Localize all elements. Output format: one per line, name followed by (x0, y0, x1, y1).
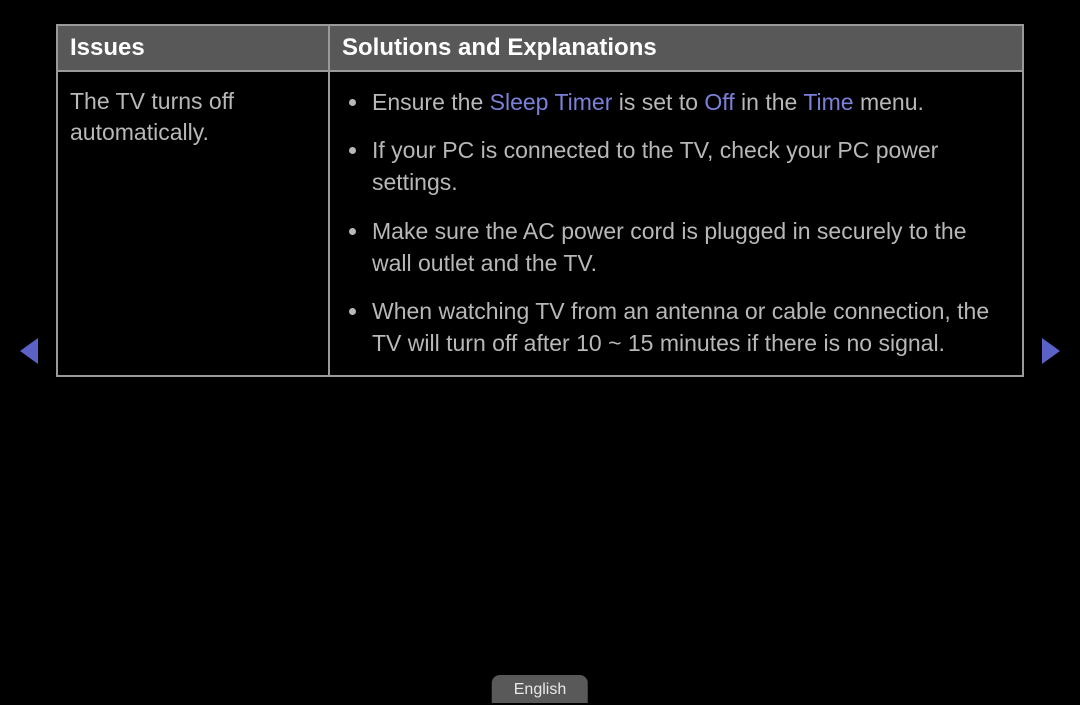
list-item: If your PC is connected to the TV, check… (370, 134, 1004, 198)
table-header-row: Issues Solutions and Explanations (58, 26, 1022, 72)
list-item: When watching TV from an antenna or cabl… (370, 295, 1004, 359)
table-row: The TV turns off automatically. Ensure t… (58, 72, 1022, 375)
issue-text-line1: The TV turns off (70, 88, 234, 114)
header-issues: Issues (58, 26, 330, 70)
header-solutions: Solutions and Explanations (330, 26, 1022, 70)
issue-cell: The TV turns off automatically. (58, 72, 330, 375)
troubleshooting-table: Issues Solutions and Explanations The TV… (56, 24, 1024, 377)
highlight-off: Off (704, 89, 734, 115)
list-item: Ensure the Sleep Timer is set to Off in … (370, 86, 1004, 118)
language-badge[interactable]: English (492, 675, 588, 703)
issue-text-line2: automatically. (70, 119, 209, 145)
highlight-time: Time (803, 89, 853, 115)
list-item: Make sure the AC power cord is plugged i… (370, 215, 1004, 279)
prev-page-arrow-icon[interactable] (20, 338, 38, 364)
solution-list: Ensure the Sleep Timer is set to Off in … (340, 86, 1004, 359)
highlight-sleep-timer: Sleep Timer (490, 89, 613, 115)
next-page-arrow-icon[interactable] (1042, 338, 1060, 364)
solution-cell: Ensure the Sleep Timer is set to Off in … (330, 72, 1022, 375)
